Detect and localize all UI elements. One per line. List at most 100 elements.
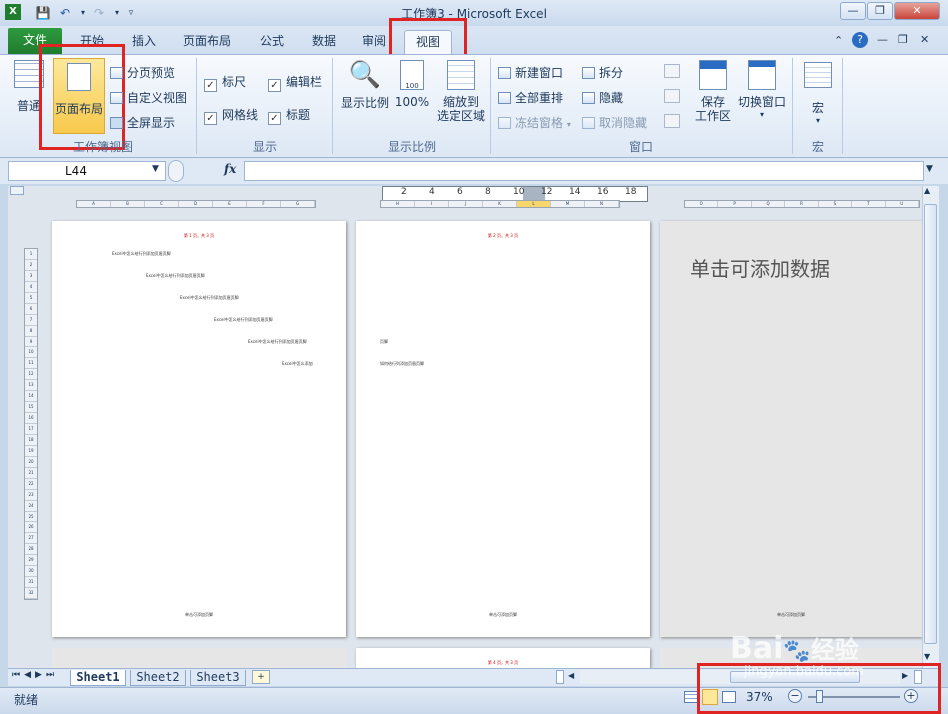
column-header[interactable]: U xyxy=(886,201,919,207)
tab-page-layout[interactable]: 页面布局 xyxy=(174,30,240,54)
cell-text[interactable]: 如何给行列添加页眉页脚 xyxy=(380,361,424,367)
scroll-left-icon[interactable]: ◀ xyxy=(568,671,574,680)
arrange-all-button[interactable]: 全部重排 xyxy=(498,89,563,106)
column-header[interactable]: D xyxy=(179,201,213,207)
page-header[interactable]: 第 2 页，共 3 页 xyxy=(356,233,650,239)
row-header[interactable]: 3 xyxy=(25,271,37,282)
custom-views-button[interactable]: 自定义视图 xyxy=(110,89,187,106)
column-header[interactable]: L xyxy=(517,201,551,207)
doc-restore-icon[interactable]: ❐ xyxy=(898,33,908,46)
sync-scroll-icon[interactable] xyxy=(664,89,680,103)
scroll-down-icon[interactable]: ▼ xyxy=(924,652,930,661)
zoom-100-button[interactable]: 100 100% xyxy=(394,60,430,109)
column-header[interactable]: K xyxy=(483,201,517,207)
scroll-up-icon[interactable]: ▲ xyxy=(924,186,930,195)
vertical-scroll-thumb[interactable] xyxy=(924,204,937,644)
row-header[interactable]: 7 xyxy=(25,315,37,326)
cell-text[interactable]: Excel中怎么给行列添加页眉页脚 xyxy=(214,317,273,323)
page-break-preview-button[interactable]: 分页预览 xyxy=(110,64,175,81)
sheet-tab-3[interactable]: Sheet3 xyxy=(190,670,246,686)
hide-button[interactable]: 隐藏 xyxy=(582,89,623,106)
full-screen-button[interactable]: 全屏显示 xyxy=(110,114,175,131)
row-header[interactable]: 2 xyxy=(25,260,37,271)
row-header[interactable]: 13 xyxy=(25,380,37,392)
row-header[interactable]: 32 xyxy=(25,588,37,599)
tab-data[interactable]: 数据 xyxy=(304,30,344,54)
zoom-to-selection-button[interactable]: 缩放到 选定区域 xyxy=(434,60,488,123)
row-header[interactable]: 1 xyxy=(25,249,37,260)
doc-minimize-icon[interactable]: — xyxy=(877,33,888,46)
page-4-partial[interactable] xyxy=(52,648,346,668)
row-header[interactable]: 12 xyxy=(25,369,37,381)
row-header[interactable]: 17 xyxy=(25,424,37,435)
column-header[interactable]: E xyxy=(213,201,247,207)
row-header[interactable]: 30 xyxy=(25,566,37,578)
row-header[interactable]: 26 xyxy=(25,522,37,534)
tab-review[interactable]: 审阅 xyxy=(354,30,394,54)
row-header[interactable]: 4 xyxy=(25,282,37,293)
column-header[interactable]: G xyxy=(281,201,315,207)
formula-bar-collapse-icon[interactable] xyxy=(168,160,184,182)
row-header[interactable]: 8 xyxy=(25,326,37,337)
reset-position-icon[interactable] xyxy=(664,114,680,128)
row-header[interactable]: 10 xyxy=(25,347,37,359)
sheet-tab-2[interactable]: Sheet2 xyxy=(130,670,186,686)
minimize-ribbon-icon[interactable]: ⌃ xyxy=(834,34,843,47)
expand-formula-icon[interactable]: ▼ xyxy=(926,164,933,174)
column-header[interactable]: R xyxy=(785,201,819,207)
switch-windows-button[interactable]: 切换窗口 ▾ xyxy=(736,60,788,121)
insert-sheet-icon[interactable]: + xyxy=(252,670,270,684)
column-header[interactable]: J xyxy=(449,201,483,207)
minimize-icon[interactable]: — xyxy=(840,2,866,20)
tab-insert[interactable]: 插入 xyxy=(124,30,164,54)
view-side-by-side-icon[interactable] xyxy=(664,64,680,78)
zoom-button[interactable]: 🔍 显示比例 xyxy=(338,60,392,111)
page-footer[interactable]: 单击可添加页脚 xyxy=(52,612,346,618)
column-header[interactable]: N xyxy=(585,201,619,207)
column-header[interactable]: P xyxy=(718,201,752,207)
row-header[interactable]: 27 xyxy=(25,533,37,545)
cell-text[interactable]: Excel中怎么给行列添加页眉页脚 xyxy=(180,295,239,301)
tab-split-handle[interactable] xyxy=(556,670,564,684)
row-header[interactable]: 14 xyxy=(25,391,37,403)
row-header[interactable]: 25 xyxy=(25,512,37,523)
row-header[interactable]: 31 xyxy=(25,577,37,589)
row-header[interactable]: 19 xyxy=(25,446,37,457)
column-header[interactable]: Q xyxy=(752,201,786,207)
row-header[interactable]: 5 xyxy=(25,293,37,304)
column-header[interactable]: O xyxy=(685,201,719,207)
row-header[interactable]: 24 xyxy=(25,501,37,512)
page-2[interactable]: 第 2 页，共 3 页 页脚 如何给行列添加页眉页脚 单击可添加页脚 xyxy=(356,221,650,637)
column-header[interactable]: B xyxy=(111,201,145,207)
formula-bar-checkbox[interactable]: ✓ 编辑栏 xyxy=(268,73,322,92)
new-window-button[interactable]: 新建窗口 xyxy=(498,64,563,81)
sheet-nav-icon[interactable]: ⏮◀▶⏭ xyxy=(12,670,58,680)
tab-formulas[interactable]: 公式 xyxy=(250,30,294,54)
freeze-panes-button[interactable]: 冻结窗格 ▾ xyxy=(498,114,571,131)
row-header[interactable]: 21 xyxy=(25,468,37,479)
column-header[interactable]: T xyxy=(852,201,886,207)
row-header[interactable]: 16 xyxy=(25,413,37,424)
page-header[interactable]: 第 1 页，共 3 页 xyxy=(52,233,346,239)
sheet-tab-1[interactable]: Sheet1 xyxy=(70,670,126,686)
row-header[interactable]: 18 xyxy=(25,435,37,446)
column-header[interactable]: C xyxy=(145,201,179,207)
page-footer[interactable]: 单击可添加页脚 xyxy=(660,612,922,618)
name-box[interactable]: L44 xyxy=(8,161,166,181)
column-header[interactable]: M xyxy=(551,201,585,207)
ruler-checkbox[interactable]: ✓ 标尺 xyxy=(204,73,246,92)
restore-icon[interactable]: ❐ xyxy=(867,2,893,20)
headings-checkbox[interactable]: ✓ 标题 xyxy=(268,106,310,125)
namebox-dropdown-icon[interactable]: ▼ xyxy=(152,164,159,174)
page-1[interactable]: 第 1 页，共 3 页 Excel中怎么给行列添加页眉页脚 Excel中怎么给行… xyxy=(52,221,346,637)
select-all-corner[interactable] xyxy=(10,186,24,195)
column-header[interactable]: A xyxy=(77,201,111,207)
page-header[interactable]: 第 4 页，共 3 页 xyxy=(356,660,650,666)
macros-button[interactable]: 宏 ▾ xyxy=(800,62,836,125)
cell-text[interactable]: 页脚 xyxy=(380,339,388,345)
row-header[interactable]: 6 xyxy=(25,304,37,315)
row-header[interactable]: 22 xyxy=(25,479,37,490)
cell-text[interactable]: Excel中怎么添加 xyxy=(282,361,313,367)
gridlines-checkbox[interactable]: ✓ 网格线 xyxy=(204,106,258,125)
column-header[interactable]: H xyxy=(381,201,415,207)
